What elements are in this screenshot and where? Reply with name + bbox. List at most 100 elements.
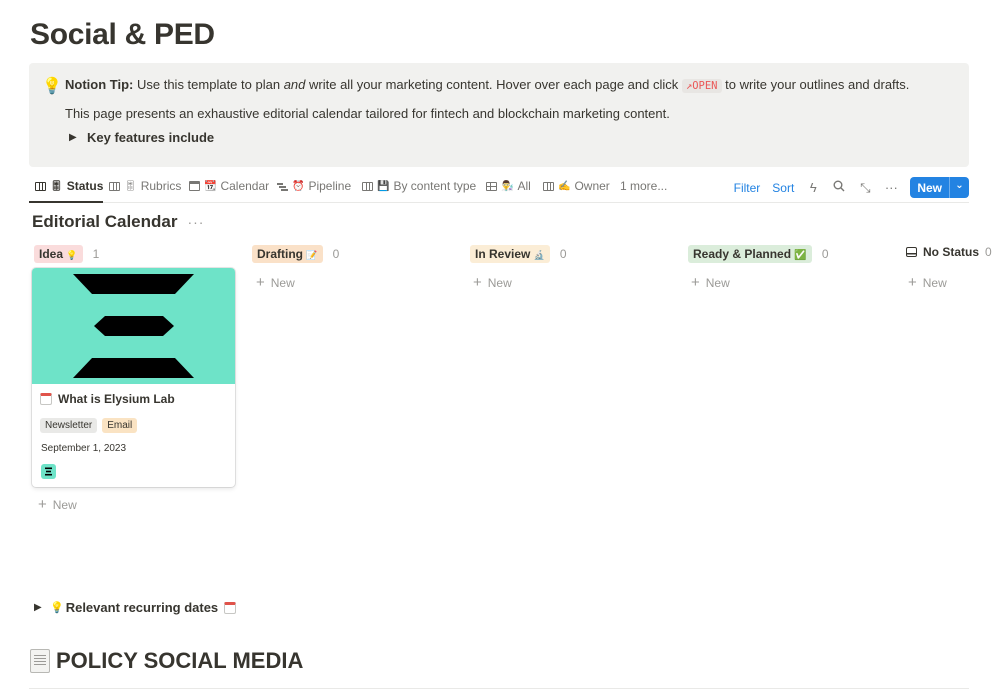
inbox-icon xyxy=(906,247,917,257)
add-new-label: New xyxy=(270,275,295,290)
tab-status[interactable]: 🎚 Status xyxy=(35,179,103,193)
tab-emoji: ✍️ xyxy=(558,180,571,192)
database-more-icon[interactable]: ··· xyxy=(187,214,204,230)
owner-avatar xyxy=(41,464,56,479)
key-features-toggle[interactable]: ▶ Key features include xyxy=(69,130,214,145)
tab-rubrics[interactable]: 🎚 Rubrics xyxy=(109,179,181,193)
page-description: This page presents an exhaustive editori… xyxy=(65,106,670,121)
status-pill-label: In Review xyxy=(475,247,531,261)
calendar-icon xyxy=(224,601,237,614)
board-card[interactable]: What is Elysium Lab Newsletter Email Sep… xyxy=(32,268,235,487)
column-count: 1 xyxy=(92,247,100,261)
tip-text-1: Use this template to plan xyxy=(136,77,281,92)
chevron-down-icon[interactable]: ⌄ xyxy=(949,177,969,198)
timeline-view-icon xyxy=(277,182,288,191)
tip-label: Notion Tip: xyxy=(65,77,134,92)
open-code-chip: ↗OPEN xyxy=(681,79,722,93)
more-options-icon[interactable]: ··· xyxy=(884,180,898,195)
view-toolbar: Filter Sort ϟ ⤡ ··· New ⌄ xyxy=(734,177,969,198)
tab-calendar[interactable]: 📆 Calendar xyxy=(189,179,269,193)
column-header-drafting[interactable]: Drafting 📝 0 xyxy=(252,245,339,263)
tab-label: All xyxy=(517,179,531,193)
recurring-label: Relevant recurring dates xyxy=(65,600,219,615)
plus-icon: + xyxy=(473,274,482,291)
column-header-no-status[interactable]: No Status 0 xyxy=(906,245,992,259)
tip-text-2: write all your marketing content. Hover … xyxy=(309,77,679,92)
tab-emoji: 📆 xyxy=(204,180,217,192)
column-count: 0 xyxy=(821,247,829,261)
plus-icon: + xyxy=(691,274,700,291)
board-view-icon xyxy=(109,181,120,191)
tip-line: Notion Tip: Use this template to plan an… xyxy=(65,77,909,94)
tab-label: Status xyxy=(66,179,104,193)
tab-label: Pipeline xyxy=(308,179,352,193)
tab-emoji: 👨‍🔬 xyxy=(501,180,514,192)
calendar-view-icon xyxy=(189,181,200,191)
add-new-label: New xyxy=(487,275,512,290)
plus-icon: + xyxy=(908,274,917,291)
filter-button[interactable]: Filter xyxy=(734,181,761,195)
column-count: 0 xyxy=(332,247,340,261)
status-pill-label: Ready & Planned xyxy=(693,247,792,261)
new-button-label[interactable]: New xyxy=(910,177,949,198)
add-new-ready-planned[interactable]: + New xyxy=(691,274,730,291)
plus-icon: + xyxy=(38,496,47,513)
tab-label: Rubrics xyxy=(140,179,182,193)
automation-lightning-icon[interactable]: ϟ xyxy=(806,180,820,195)
add-new-no-status[interactable]: + New xyxy=(908,274,947,291)
active-tab-underline xyxy=(29,201,103,203)
new-page-button[interactable]: New ⌄ xyxy=(910,177,969,198)
lightbulb-icon: 💡 xyxy=(50,602,64,614)
document-icon xyxy=(30,649,50,673)
sort-button[interactable]: Sort xyxy=(772,181,794,195)
database-title-text[interactable]: Editorial Calendar xyxy=(32,212,177,232)
search-icon[interactable] xyxy=(832,180,846,195)
tab-all[interactable]: 👨‍🔬 All xyxy=(486,179,531,193)
status-pill-label: Drafting xyxy=(257,247,303,261)
add-new-in-review[interactable]: + New xyxy=(473,274,512,291)
recurring-dates-toggle[interactable]: ▶ 💡 Relevant recurring dates xyxy=(34,600,237,615)
add-new-idea[interactable]: + New xyxy=(38,496,77,513)
tab-pipeline[interactable]: ⏰ Pipeline xyxy=(277,179,351,193)
plus-icon: + xyxy=(256,274,265,291)
divider xyxy=(29,688,969,689)
calendar-page-icon xyxy=(40,393,52,405)
tab-more[interactable]: 1 more... xyxy=(620,179,667,193)
board-view-icon xyxy=(35,181,46,191)
status-pill: In Review 🔬 xyxy=(470,245,550,263)
status-pill: Drafting 📝 xyxy=(252,245,323,263)
tab-label: By content type xyxy=(393,179,477,193)
notion-tip-callout: 💡 Notion Tip: Use this template to plan … xyxy=(29,63,969,167)
view-tabs: 🎚 Status 🎚 Rubrics 📆 Calendar ⏰ Pipeline 💾 By… xyxy=(29,175,969,203)
status-pill: Idea 💡 xyxy=(34,245,83,263)
toggle-triangle-icon[interactable]: ▶ xyxy=(34,602,44,613)
column-count: 0 xyxy=(985,245,992,259)
status-pill-emoji: 💡 xyxy=(66,250,78,260)
expand-icon[interactable]: ⤡ xyxy=(858,180,872,196)
add-new-label: New xyxy=(922,275,947,290)
board-view-icon xyxy=(543,181,554,191)
tag-newsletter: Newsletter xyxy=(40,418,98,433)
card-title[interactable]: What is Elysium Lab xyxy=(40,392,175,406)
policy-heading: POLICY SOCIAL MEDIA xyxy=(30,648,303,674)
column-header-ready-planned[interactable]: Ready & Planned ✅ 0 xyxy=(688,245,829,263)
add-new-drafting[interactable]: + New xyxy=(256,274,295,291)
status-pill-label: Idea xyxy=(39,247,64,261)
toggle-triangle-icon[interactable]: ▶ xyxy=(69,132,79,143)
column-header-idea[interactable]: Idea 💡 1 xyxy=(34,245,99,263)
table-view-icon xyxy=(486,181,497,191)
status-pill-emoji: ✅ xyxy=(794,250,807,261)
tag-email: Email xyxy=(102,418,138,433)
policy-heading-text: POLICY SOCIAL MEDIA xyxy=(56,648,304,673)
column-header-in-review[interactable]: In Review 🔬 0 xyxy=(470,245,567,263)
tab-emoji: ⏰ xyxy=(292,180,305,192)
tab-emoji: 💾 xyxy=(377,180,390,192)
tab-label: Calendar xyxy=(220,179,270,193)
tab-owner[interactable]: ✍️ Owner xyxy=(543,179,610,193)
status-pill-emoji: 📝 xyxy=(306,250,318,260)
tab-by-content-type[interactable]: 💾 By content type xyxy=(362,179,476,193)
tip-text-3: to write your outlines and drafts. xyxy=(725,77,910,92)
tab-emoji: 🎚 xyxy=(50,180,63,192)
tip-text-em: and xyxy=(283,77,306,92)
solana-logo-icon xyxy=(45,467,52,476)
